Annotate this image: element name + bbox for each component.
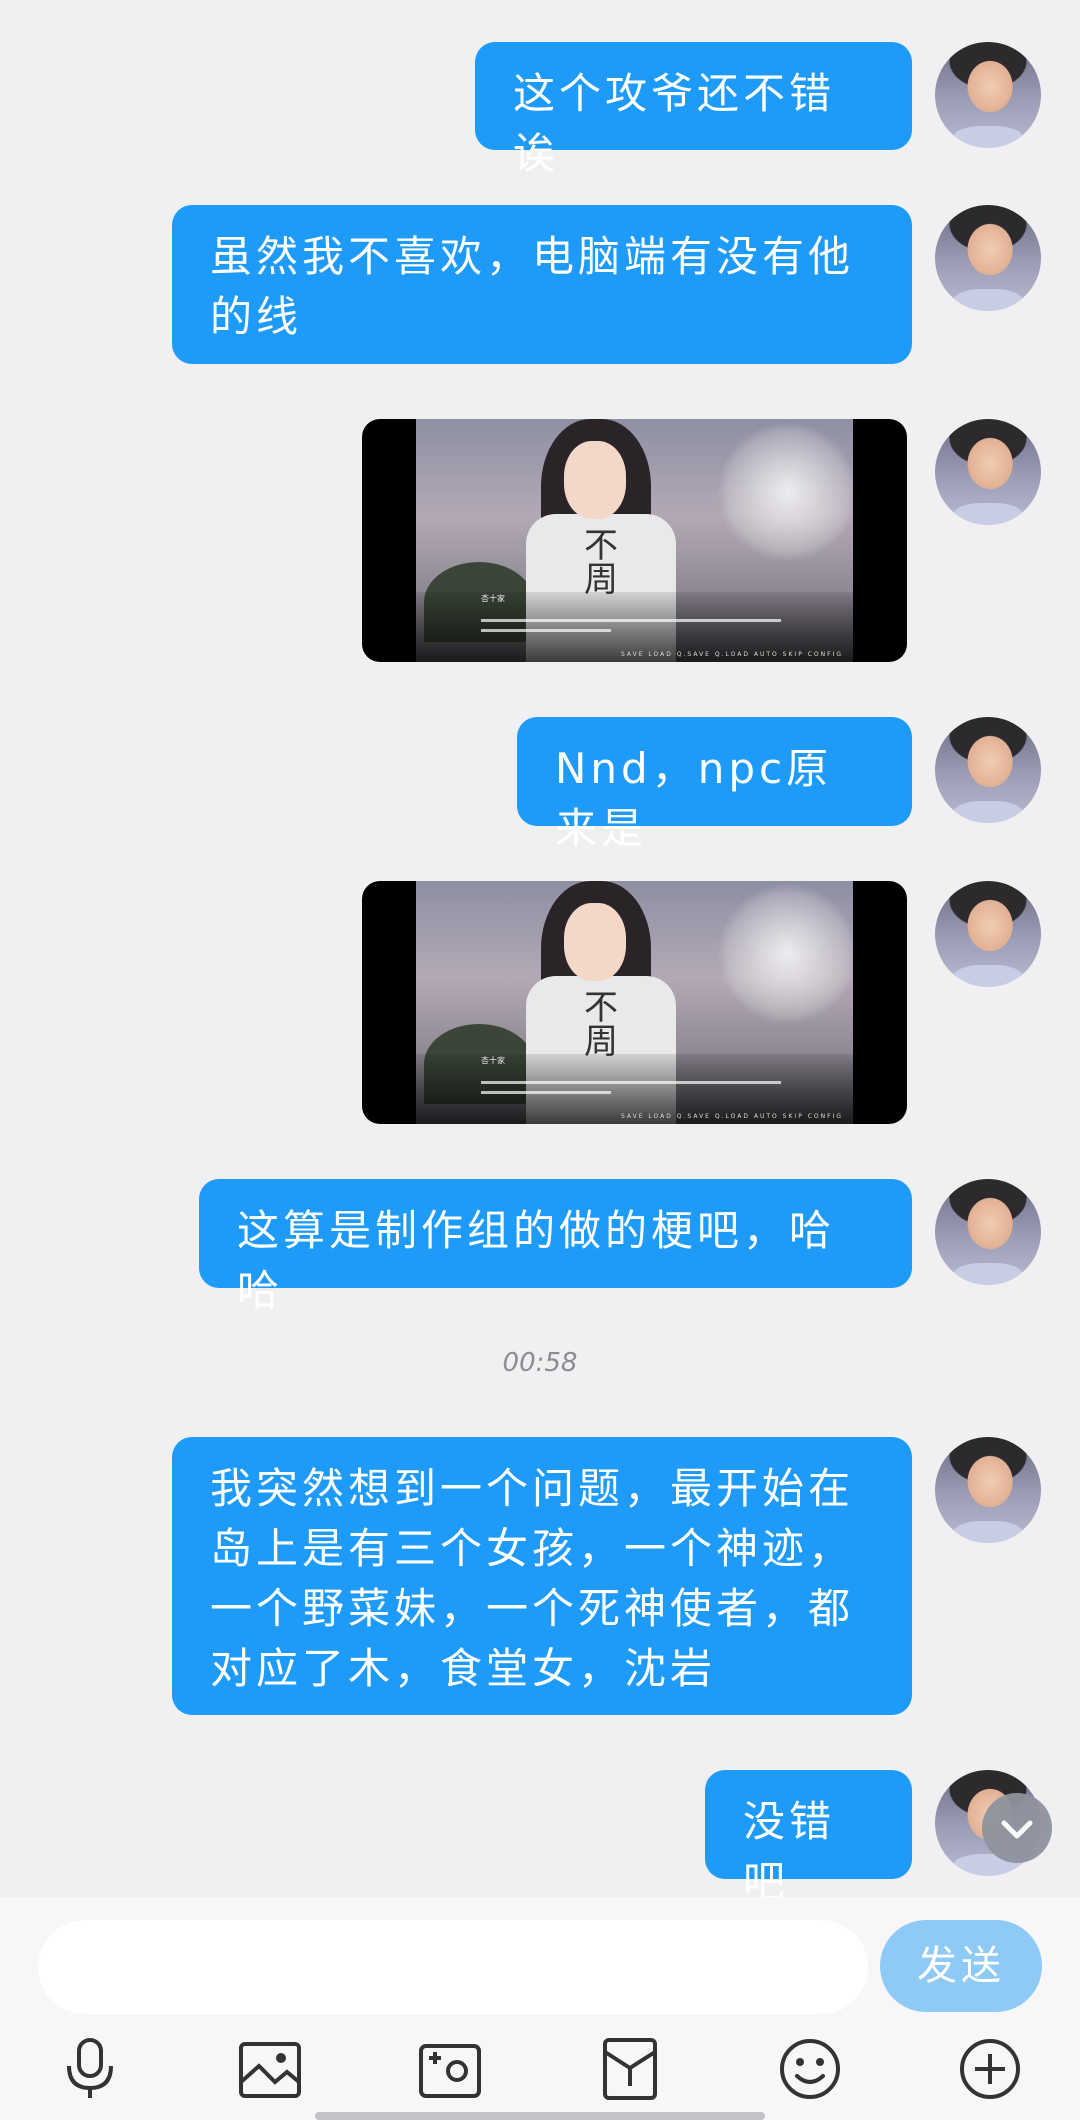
- dialogue-line: [481, 619, 781, 622]
- dialogue-box: 杏十家 SAVE LOAD Q.SAVE Q.LOAD AUTO SKIP CO…: [416, 1054, 853, 1124]
- plus-icon[interactable]: [955, 2036, 1025, 2102]
- shirt-text: 不周: [584, 526, 618, 600]
- image-message[interactable]: 不周 杏十家 SAVE LOAD Q.SAVE Q.LOAD AUTO SKIP…: [362, 881, 907, 1124]
- game-screenshot: 不周 杏十家 SAVE LOAD Q.SAVE Q.LOAD AUTO SKIP…: [416, 419, 853, 662]
- character-face: [564, 903, 626, 981]
- dialogue-box: 杏十家 SAVE LOAD Q.SAVE Q.LOAD AUTO SKIP CO…: [416, 592, 853, 662]
- shirt-text: 不周: [584, 988, 618, 1062]
- avatar[interactable]: [935, 717, 1041, 823]
- chevron-down-icon: [1001, 1820, 1033, 1839]
- red-packet-icon[interactable]: [595, 2036, 665, 2102]
- emoji-icon[interactable]: [775, 2036, 845, 2102]
- game-menu: SAVE LOAD Q.SAVE Q.LOAD AUTO SKIP CONFIG: [620, 651, 843, 658]
- dialogue-line: [481, 629, 611, 632]
- message-input[interactable]: [38, 1920, 868, 2014]
- speaker-name: 杏十家: [481, 594, 505, 603]
- message-bubble[interactable]: 我突然想到一个问题，最开始在岛上是有三个女孩，一个神迹，一个野菜妹，一个死神使者…: [172, 1437, 912, 1715]
- game-menu: SAVE LOAD Q.SAVE Q.LOAD AUTO SKIP CONFIG: [620, 1113, 843, 1120]
- avatar[interactable]: [935, 419, 1041, 525]
- character-face: [564, 441, 626, 519]
- send-button[interactable]: 发送: [880, 1920, 1042, 2012]
- avatar[interactable]: [935, 881, 1041, 987]
- message-bubble[interactable]: 这个攻爷还不错诶: [475, 42, 912, 178]
- dialogue-line: [481, 1091, 611, 1094]
- image-message[interactable]: 不周 杏十家 SAVE LOAD Q.SAVE Q.LOAD AUTO SKIP…: [362, 419, 907, 662]
- scroll-to-bottom-button[interactable]: [982, 1793, 1052, 1863]
- message-bubble[interactable]: 虽然我不喜欢，电脑端有没有他的线: [172, 205, 912, 364]
- game-screenshot: 不周 杏十家 SAVE LOAD Q.SAVE Q.LOAD AUTO SKIP…: [416, 881, 853, 1124]
- image-icon[interactable]: [235, 2036, 305, 2102]
- camera-icon[interactable]: [415, 2036, 485, 2102]
- avatar[interactable]: [935, 42, 1041, 148]
- message-bubble[interactable]: Nnd，npc原来是: [517, 717, 912, 853]
- avatar[interactable]: [935, 1437, 1041, 1543]
- message-bubble[interactable]: 没错吧: [705, 1770, 912, 1906]
- avatar[interactable]: [935, 1179, 1041, 1285]
- microphone-icon[interactable]: [55, 2036, 125, 2102]
- avatar[interactable]: [935, 205, 1041, 311]
- timestamp: 00:58: [502, 1348, 578, 1378]
- message-bubble[interactable]: 这算是制作组的做的梗吧，哈哈: [199, 1179, 912, 1315]
- speaker-name: 杏十家: [481, 1056, 505, 1065]
- home-indicator: [315, 2112, 765, 2120]
- dialogue-line: [481, 1081, 781, 1084]
